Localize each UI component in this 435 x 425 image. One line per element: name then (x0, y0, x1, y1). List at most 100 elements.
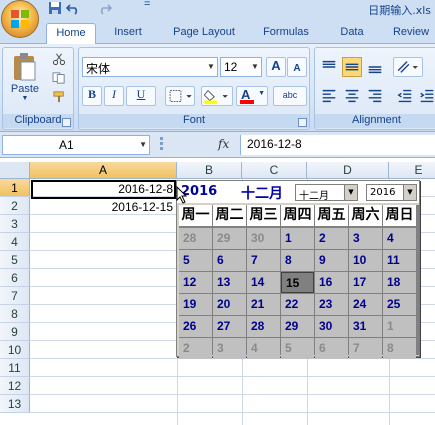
calendar-day[interactable]: 11 (383, 250, 416, 271)
calendar-day[interactable]: 29 (281, 316, 314, 337)
row-header[interactable]: 5 (0, 251, 30, 269)
calendar-day[interactable]: 2 (315, 228, 348, 249)
row-header[interactable]: 11 (0, 359, 30, 377)
grow-font-button[interactable]: A (266, 57, 286, 77)
chevron-down-icon[interactable]: ▼ (403, 185, 416, 200)
formula-input[interactable]: 2016-12-8 (240, 135, 435, 155)
clipboard-dialog-launcher[interactable] (62, 118, 71, 127)
calendar-day[interactable]: 21 (247, 294, 280, 315)
row-header[interactable]: 2 (0, 197, 30, 215)
calendar-day[interactable]: 30 (315, 316, 348, 337)
calendar-day[interactable]: 16 (315, 272, 348, 293)
calendar-day[interactable]: 22 (281, 294, 314, 315)
calendar-day[interactable]: 2 (179, 338, 212, 359)
month-select[interactable]: 十二月 ▼ (295, 184, 358, 202)
calendar-day[interactable]: 23 (315, 294, 348, 315)
fill-color-icon[interactable] (201, 86, 233, 106)
tab-review[interactable]: Review (386, 23, 435, 44)
date-picker-popup[interactable]: 2016 十二月 十二月 ▼ 2016 ▼ 周一 周二 周三 周四 周五 周六 周日 28 29… (176, 180, 420, 359)
column-header-d[interactable]: D (307, 162, 389, 179)
column-header-e[interactable]: E (389, 162, 435, 179)
tab-data[interactable]: Data (330, 23, 374, 44)
shrink-font-button[interactable]: A (287, 57, 307, 77)
row-header[interactable]: 3 (0, 215, 30, 233)
office-button[interactable] (1, 0, 39, 38)
calendar-day[interactable]: 12 (179, 272, 212, 293)
calendar-day[interactable]: 20 (213, 294, 246, 315)
align-bottom-icon[interactable] (365, 57, 385, 77)
select-all-button[interactable] (0, 162, 30, 179)
chevron-down-icon[interactable]: ▼ (344, 185, 357, 200)
calendar-day[interactable]: 25 (383, 294, 416, 315)
insert-function-button[interactable]: fx (218, 137, 236, 151)
name-box[interactable]: A1 ▼ (2, 135, 150, 155)
save-icon[interactable] (48, 1, 62, 15)
row-header[interactable]: 13 (0, 395, 30, 413)
paste-button[interactable]: Paste ▼ (6, 51, 44, 103)
row-header[interactable]: 9 (0, 323, 30, 341)
quick-access-customize[interactable]: = (144, 0, 158, 12)
align-right-icon[interactable] (365, 86, 385, 106)
font-color-button[interactable]: A ▼ (236, 86, 268, 106)
cell-a2[interactable]: 2016-12-15 (31, 198, 176, 216)
row-header[interactable]: 10 (0, 341, 30, 359)
increase-indent-icon[interactable] (417, 86, 435, 106)
calendar-day[interactable]: 3 (213, 338, 246, 359)
copy-icon[interactable] (51, 71, 67, 85)
align-left-icon[interactable] (319, 86, 339, 106)
align-middle-icon[interactable] (342, 57, 362, 77)
calendar-day[interactable]: 10 (349, 250, 382, 271)
calendar-day[interactable]: 3 (349, 228, 382, 249)
calendar-day[interactable]: 26 (179, 316, 212, 337)
calendar-day[interactable]: 4 (383, 228, 416, 249)
calendar-day[interactable]: 5 (179, 250, 212, 271)
calendar-day[interactable]: 6 (315, 338, 348, 359)
row-header[interactable]: 1 (0, 179, 30, 197)
calendar-day[interactable]: 13 (213, 272, 246, 293)
calendar-day[interactable]: 7 (349, 338, 382, 359)
tab-formulas[interactable]: Formulas (254, 23, 318, 44)
calendar-day[interactable]: 14 (247, 272, 280, 293)
font-name-combo[interactable]: 宋体 ▼ (82, 57, 218, 77)
column-header-a[interactable]: A (30, 162, 177, 179)
calendar-day[interactable]: 29 (213, 228, 246, 249)
calendar-day[interactable]: 1 (383, 316, 416, 337)
chevron-down-icon[interactable]: ▼ (205, 58, 217, 76)
underline-button[interactable]: U (126, 86, 156, 106)
align-top-icon[interactable] (319, 57, 339, 77)
tab-insert[interactable]: Insert (104, 23, 152, 44)
column-header-c[interactable]: C (242, 162, 307, 179)
redo-icon[interactable] (98, 1, 112, 15)
italic-button[interactable]: I (104, 86, 124, 106)
undo-icon[interactable] (66, 1, 80, 15)
tab-page-layout[interactable]: Page Layout (164, 23, 244, 44)
calendar-day[interactable]: 28 (179, 228, 212, 249)
align-center-icon[interactable] (342, 86, 362, 106)
calendar-day[interactable]: 9 (315, 250, 348, 271)
calendar-day[interactable]: 17 (349, 272, 382, 293)
row-header[interactable]: 8 (0, 305, 30, 323)
cut-icon[interactable] (51, 52, 67, 66)
calendar-day[interactable]: 4 (247, 338, 280, 359)
row-header[interactable]: 4 (0, 233, 30, 251)
chevron-down-icon[interactable]: ▼ (249, 58, 261, 76)
calendar-day[interactable]: 7 (247, 250, 280, 271)
calendar-day[interactable]: 30 (247, 228, 280, 249)
calendar-day[interactable]: 6 (213, 250, 246, 271)
calendar-day[interactable]: 5 (281, 338, 314, 359)
calendar-day[interactable]: 1 (281, 228, 314, 249)
calendar-day[interactable]: 15 (281, 272, 314, 293)
row-header[interactable]: 12 (0, 377, 30, 395)
calendar-day[interactable]: 8 (383, 338, 416, 359)
row-header[interactable]: 7 (0, 287, 30, 305)
chevron-down-icon[interactable]: ▼ (139, 140, 147, 149)
orientation-icon[interactable] (393, 57, 423, 77)
calendar-day[interactable]: 19 (179, 294, 212, 315)
calendar-day[interactable]: 27 (213, 316, 246, 337)
format-painter-icon[interactable] (51, 90, 67, 104)
borders-icon[interactable] (165, 86, 195, 106)
calendar-day[interactable]: 18 (383, 272, 416, 293)
year-select[interactable]: 2016 ▼ (366, 184, 417, 201)
decrease-indent-icon[interactable] (395, 86, 415, 106)
calendar-day[interactable]: 24 (349, 294, 382, 315)
